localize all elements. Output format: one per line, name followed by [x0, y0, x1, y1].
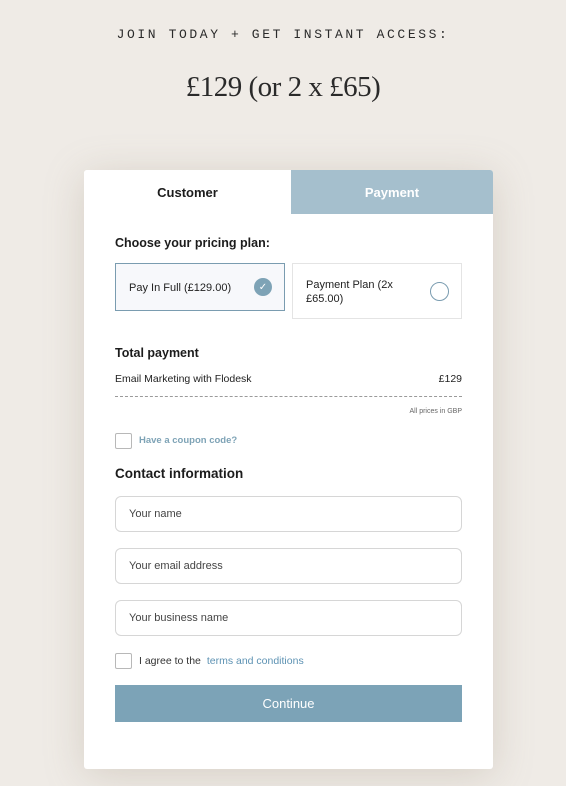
divider — [115, 396, 462, 397]
terms-prefix: I agree to the — [139, 655, 201, 667]
pricing-plan-heading: Choose your pricing plan: — [115, 236, 270, 250]
check-icon: ✓ — [254, 278, 272, 296]
plan-label: Payment Plan (2x £65.00) — [306, 279, 393, 305]
terms-checkbox[interactable] — [115, 653, 132, 669]
radio-icon[interactable] — [430, 282, 449, 301]
price-headline: £129 (or 2 x £65) — [185, 71, 381, 103]
total-payment-heading: Total payment — [115, 346, 199, 360]
email-input[interactable] — [115, 548, 462, 584]
name-input[interactable] — [115, 496, 462, 532]
continue-button[interactable]: Continue — [115, 685, 462, 722]
plan-label: Pay In Full (£129.00) — [129, 282, 232, 294]
tab-customer[interactable]: Customer — [84, 170, 291, 214]
contact-info-heading: Contact information — [115, 466, 244, 481]
page-kicker: JOIN TODAY + GET INSTANT ACCESS: — [116, 27, 450, 42]
business-name-input[interactable] — [115, 600, 462, 636]
coupon-checkbox[interactable] — [115, 433, 132, 449]
coupon-link[interactable]: Have a coupon code? — [139, 435, 237, 446]
order-line-item: Email Marketing with Flodesk £129 — [115, 373, 462, 385]
checkout-card: Customer Payment Choose your pricing pla… — [84, 170, 493, 769]
line-item-label: Email Marketing with Flodesk — [115, 373, 252, 385]
plan-option-pay-in-full[interactable]: Pay In Full (£129.00) ✓ — [115, 263, 285, 311]
terms-link[interactable]: terms and conditions — [207, 655, 304, 667]
checkout-tabs: Customer Payment — [84, 170, 493, 214]
plan-option-payment-plan[interactable]: Payment Plan (2x £65.00) — [292, 263, 462, 319]
currency-note: All prices in GBP — [409, 408, 462, 415]
terms-agreement: I agree to the terms and conditions — [139, 655, 304, 667]
tab-payment[interactable]: Payment — [291, 170, 493, 214]
line-item-amount: £129 — [438, 373, 462, 385]
